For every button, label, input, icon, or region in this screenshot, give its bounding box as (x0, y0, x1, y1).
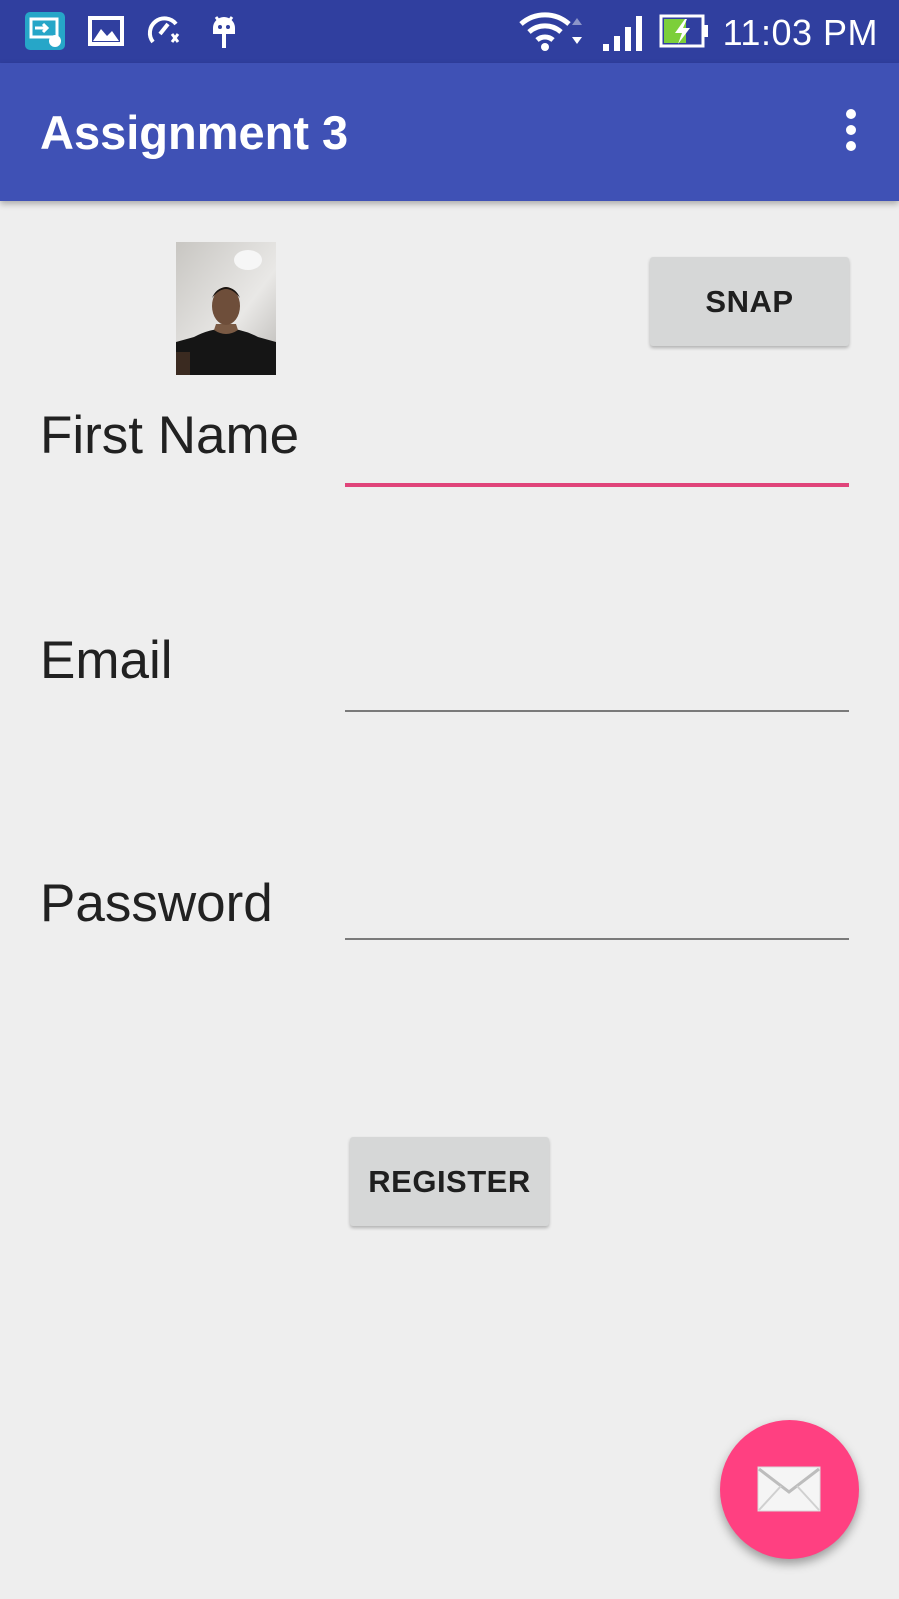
password-input[interactable] (345, 870, 849, 940)
cell-signal-icon (603, 16, 642, 51)
profile-photo (176, 242, 276, 375)
speed-booster-icon (147, 16, 180, 44)
email-input[interactable] (345, 642, 849, 712)
gallery-icon (88, 16, 124, 46)
status-time: 11:03 PM (722, 12, 878, 53)
android-debug-icon (213, 16, 235, 48)
password-underline (345, 938, 849, 940)
overflow-menu-icon[interactable] (843, 109, 859, 155)
email-underline (345, 710, 849, 712)
app-bar: Assignment 3 (0, 63, 899, 201)
first-name-input[interactable] (345, 417, 849, 487)
register-button[interactable]: REGISTER (350, 1137, 549, 1226)
battery-charging-icon (659, 14, 708, 48)
snap-button[interactable]: SNAP (650, 257, 849, 346)
app-title: Assignment 3 (40, 106, 349, 159)
first-name-underline (345, 483, 849, 487)
wifi-icon (519, 12, 582, 51)
status-bar: 11:03 PM (0, 0, 899, 63)
screen-mirror-icon (25, 12, 65, 50)
first-name-label: First Name (40, 406, 300, 465)
mail-icon (757, 1466, 821, 1512)
mail-fab-button[interactable] (720, 1420, 859, 1559)
email-label: Email (40, 631, 173, 690)
password-label: Password (40, 874, 273, 933)
